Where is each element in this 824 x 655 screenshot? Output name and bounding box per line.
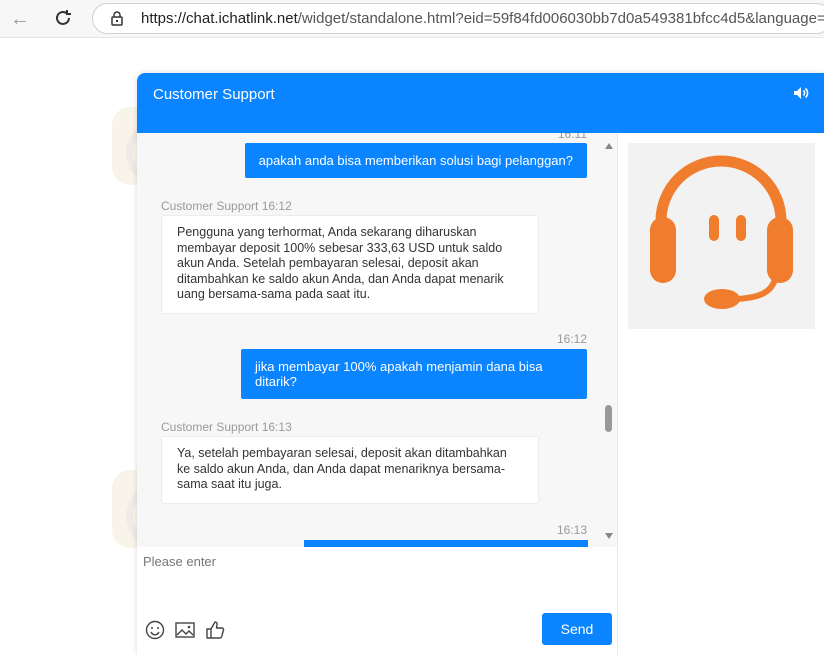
speaker-icon[interactable] xyxy=(793,86,809,100)
message-time: 16:12 xyxy=(556,332,587,346)
composer: Please enter Send xyxy=(137,547,618,655)
browser-toolbar: ← https://chat.ichatlink.net/widget/stan… xyxy=(0,0,824,38)
message-list[interactable]: 16:11 apakah anda bisa memberikan solusi… xyxy=(137,133,618,547)
image-icon[interactable] xyxy=(174,619,196,641)
scroll-thumb[interactable] xyxy=(605,405,612,432)
url-path: /widget/standalone.html?eid=59f84fd00603… xyxy=(297,10,824,27)
message-input[interactable]: Please enter xyxy=(143,554,216,569)
reload-icon[interactable] xyxy=(51,7,75,31)
message-scrollbar[interactable] xyxy=(601,133,617,547)
user-message-partial xyxy=(304,540,588,547)
lock-icon xyxy=(111,11,123,26)
emoji-icon[interactable] xyxy=(144,619,166,641)
agent-sender-time: Customer Support 16:12 xyxy=(161,199,292,213)
message-time: 16:11 xyxy=(557,133,587,141)
back-arrow-icon[interactable]: ← xyxy=(8,7,32,31)
user-message: jika membayar 100% apakah menjamin dana … xyxy=(241,349,587,399)
headset-icon xyxy=(650,155,793,309)
scroll-down-icon[interactable] xyxy=(605,533,613,539)
agent-sender-time: Customer Support 16:13 xyxy=(161,420,292,434)
agent-message: Pengguna yang terhormat, Anda sekarang d… xyxy=(161,215,539,314)
url-host: https://chat.ichatlink.net xyxy=(141,10,298,27)
agent-avatar xyxy=(628,143,815,329)
send-button[interactable]: Send xyxy=(542,613,612,645)
chat-header: Customer Support xyxy=(137,73,824,133)
agent-panel xyxy=(619,133,824,655)
address-bar[interactable]: https://chat.ichatlink.net/widget/standa… xyxy=(92,3,824,34)
user-message: apakah anda bisa memberikan solusi bagi … xyxy=(244,143,587,178)
url-text: https://chat.ichatlink.net/widget/standa… xyxy=(141,10,824,27)
chat-title: Customer Support xyxy=(153,86,275,103)
thumbs-up-icon[interactable] xyxy=(204,619,226,641)
message-time: 16:13 xyxy=(556,523,587,537)
agent-message: Ya, setelah pembayaran selesai, deposit … xyxy=(161,436,539,504)
chat-widget: Customer Support 16:11 apakah anda bisa … xyxy=(137,73,824,655)
scroll-up-icon[interactable] xyxy=(605,143,613,149)
